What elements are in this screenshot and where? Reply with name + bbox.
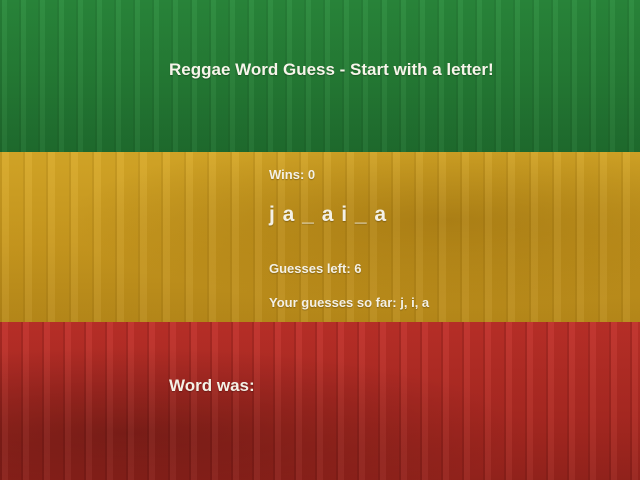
- guessed-letters: Your guesses so far: j, i, a: [269, 295, 430, 310]
- guesses-left-counter: Guesses left: 6: [269, 261, 362, 276]
- background-red-band: [0, 322, 640, 480]
- wins-counter: Wins: 0: [269, 167, 316, 182]
- current-word-display: j a _ a i _ a: [269, 203, 388, 226]
- previous-word-label: Word was:: [169, 376, 255, 395]
- page-title: Reggae Word Guess - Start with a letter!: [169, 60, 494, 79]
